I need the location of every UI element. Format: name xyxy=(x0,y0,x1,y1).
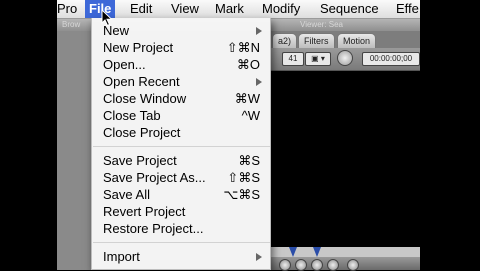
out-point-marker-icon[interactable] xyxy=(313,247,321,257)
tab-motion[interactable]: Motion xyxy=(337,33,377,48)
submenu-arrow-icon xyxy=(256,27,262,35)
menu-item-label: Restore Project... xyxy=(103,221,204,236)
menu-item-revert-project[interactable]: Revert Project xyxy=(92,203,270,220)
menu-item-shortcut: ^W xyxy=(241,108,260,123)
menu-effects[interactable]: Effe xyxy=(392,0,420,18)
menu-item-new-project[interactable]: New Project ⇧⌘N xyxy=(92,39,270,56)
play-button[interactable] xyxy=(311,259,323,271)
menu-sequence[interactable]: Sequence xyxy=(316,0,383,18)
menu-item-label: Close Tab xyxy=(103,108,161,123)
menu-item-shortcut: ⌘S xyxy=(238,153,260,168)
menu-item-label: Close Project xyxy=(103,125,181,140)
scrubber-bar[interactable] xyxy=(271,247,420,257)
menu-item-label: Open Recent xyxy=(103,74,180,89)
submenu-arrow-icon xyxy=(256,78,262,86)
menu-item-close-tab[interactable]: Close Tab ^W xyxy=(92,107,270,124)
view-popup[interactable]: ▣ ▾ xyxy=(305,52,331,66)
previous-edit-button[interactable] xyxy=(295,259,307,271)
menu-edit[interactable]: Edit xyxy=(126,0,156,18)
menu-item-shortcut: ⇧⌘N xyxy=(226,40,260,55)
submenu-arrow-icon xyxy=(256,253,262,261)
menu-item-import[interactable]: Import xyxy=(92,248,270,265)
menu-item-label: Save Project xyxy=(103,153,177,168)
match-frame-button[interactable] xyxy=(347,259,359,271)
menu-item-label: Save Project As... xyxy=(103,170,206,185)
next-edit-button[interactable] xyxy=(327,259,339,271)
menu-item-save-all[interactable]: Save All ⌥⌘S xyxy=(92,186,270,203)
zoom-popup[interactable]: 41 xyxy=(282,52,304,66)
file-menu: New New Project ⇧⌘N Open... ⌘O Open Rece… xyxy=(91,18,271,270)
viewer-title: Viewer: Sea xyxy=(300,20,343,29)
browser-title: Brow xyxy=(62,20,81,29)
in-point-marker-icon[interactable] xyxy=(289,247,297,257)
menu-item-label: Close Window xyxy=(103,91,187,106)
menu-item-new[interactable]: New xyxy=(92,22,270,39)
menu-modify[interactable]: Modify xyxy=(258,0,304,18)
viewer-canvas xyxy=(271,71,420,247)
menu-item-close-window[interactable]: Close Window ⌘W xyxy=(92,90,270,107)
menu-item-label: New Project xyxy=(103,40,174,55)
tab-audio[interactable]: a2) xyxy=(272,33,298,48)
menu-item-save-project-as[interactable]: Save Project As... ⇧⌘S xyxy=(92,169,270,186)
tab-filters[interactable]: Filters xyxy=(298,33,335,48)
menu-item-label: Save All xyxy=(103,187,150,202)
menu-item-restore-project[interactable]: Restore Project... xyxy=(92,220,270,237)
menu-item-open-recent[interactable]: Open Recent xyxy=(92,73,270,90)
menu-item-label: Open... xyxy=(103,57,146,72)
menu-separator xyxy=(93,242,270,243)
jog-dial-icon[interactable] xyxy=(337,50,353,66)
menu-item-shortcut: ⇧⌘S xyxy=(227,170,260,185)
menu-mark[interactable]: Mark xyxy=(211,0,248,18)
menu-item-close-project[interactable]: Close Project xyxy=(92,124,270,141)
timecode-field[interactable]: 00:00:00;00 xyxy=(362,52,420,66)
menu-item-label: Import xyxy=(103,249,140,264)
menu-item-label: Revert Project xyxy=(103,204,186,219)
menu-app[interactable]: Pro xyxy=(57,0,81,18)
menu-item-shortcut: ⌘O xyxy=(236,57,260,72)
transport-controls xyxy=(271,257,420,271)
menu-separator xyxy=(93,146,270,147)
menu-item-shortcut: ⌘W xyxy=(234,91,260,106)
menu-item-save-project[interactable]: Save Project ⌘S xyxy=(92,152,270,169)
mouse-pointer-icon xyxy=(101,9,113,27)
menu-view[interactable]: View xyxy=(167,0,203,18)
play-in-to-out-button[interactable] xyxy=(279,259,291,271)
menu-item-shortcut: ⌥⌘S xyxy=(223,187,260,202)
menu-item-open[interactable]: Open... ⌘O xyxy=(92,56,270,73)
